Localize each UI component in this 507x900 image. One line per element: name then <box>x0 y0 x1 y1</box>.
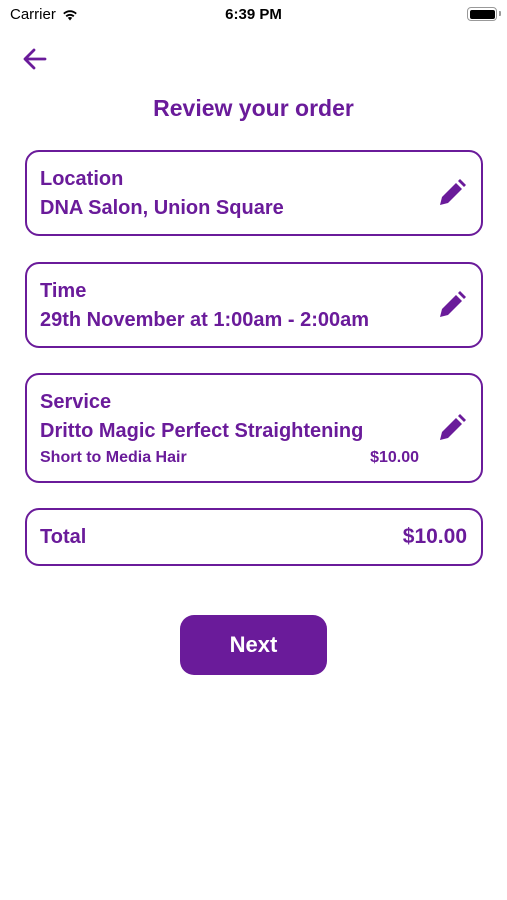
status-bar: Carrier 6:39 PM <box>0 0 507 28</box>
edit-time-button[interactable] <box>437 290 467 320</box>
back-button[interactable] <box>20 44 50 74</box>
time-value: 29th November at 1:00am - 2:00am <box>40 309 370 331</box>
total-label: Total <box>40 526 87 548</box>
location-label: Location <box>40 168 124 190</box>
location-card: Location DNA Salon, Union Square <box>25 150 483 236</box>
next-button[interactable]: Next <box>180 615 327 675</box>
time-label: Time <box>40 280 87 302</box>
battery-icon <box>467 7 501 21</box>
time-card: Time 29th November at 1:00am - 2:00am <box>25 262 483 348</box>
pencil-icon <box>440 179 466 205</box>
service-card: Service Dritto Magic Perfect Straighteni… <box>25 373 483 483</box>
service-name: Dritto Magic Perfect Straightening <box>40 420 364 442</box>
page-title: Review your order <box>153 95 354 121</box>
status-time: 6:39 PM <box>225 6 282 23</box>
location-value: DNA Salon, Union Square <box>40 197 284 219</box>
total-card: Total $10.00 <box>25 508 483 566</box>
service-option: Short to Media Hair <box>40 449 187 466</box>
service-label: Service <box>40 391 112 413</box>
total-value: $10.00 <box>402 525 467 548</box>
edit-location-button[interactable] <box>437 178 467 208</box>
pencil-icon <box>440 414 466 440</box>
edit-service-button[interactable] <box>437 413 467 443</box>
service-price: $10.00 <box>370 449 419 466</box>
arrow-left-icon <box>23 48 47 70</box>
pencil-icon <box>440 291 466 317</box>
